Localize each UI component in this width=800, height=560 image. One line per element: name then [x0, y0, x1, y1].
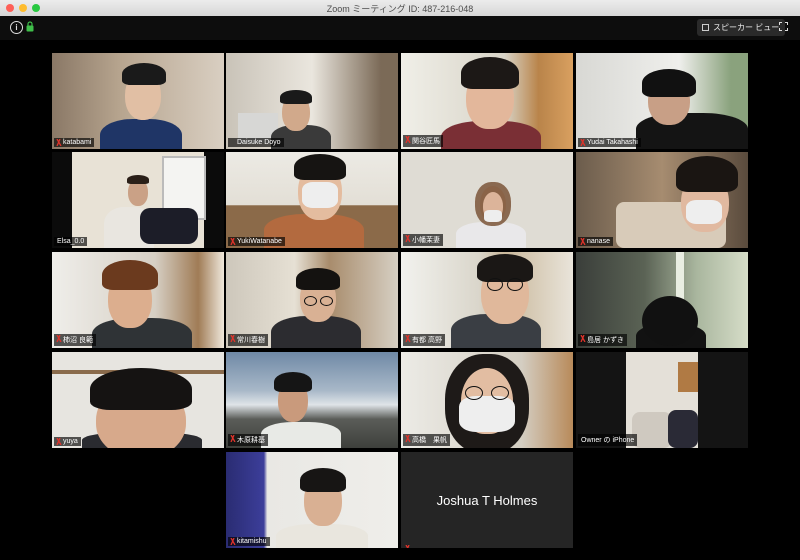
mic-muted-icon — [405, 435, 411, 442]
participant-name: 木原耕基 — [228, 434, 268, 446]
participant-name: 高橋 果帆 — [403, 434, 450, 446]
video-tile[interactable]: 有都 高野 — [401, 252, 573, 348]
participant-name: yuya — [54, 437, 81, 446]
zoom-window: Zoom ミーティング ID: 487-216-048 i スピーカー ビュー … — [0, 0, 800, 560]
fullscreen-icon[interactable] — [779, 22, 788, 31]
speaker-view-label: スピーカー ビュー — [713, 23, 780, 32]
gallery-grid-icon — [702, 24, 709, 31]
mic-muted-icon — [580, 238, 586, 245]
mic-muted-icon — [230, 538, 236, 545]
video-tile[interactable]: Daisuke Doyo — [226, 53, 398, 149]
video-tile[interactable]: 常川春樹 — [226, 252, 398, 348]
video-tile[interactable]: 小幡茉妻 — [401, 152, 573, 248]
participant-name: YukiWatanabe — [228, 237, 285, 246]
lock-icon[interactable] — [26, 21, 34, 32]
participant-name: katabami — [54, 138, 95, 147]
video-tile[interactable]: yuya — [52, 352, 224, 448]
participant-name: Yudai Takahashi — [578, 138, 641, 147]
mic-muted-icon — [56, 335, 62, 342]
participant-display-name: Joshua T Holmes — [436, 493, 538, 508]
video-tile[interactable]: Owner の iPhone — [576, 352, 748, 448]
video-tile[interactable]: kitamishu — [226, 452, 398, 548]
mic-muted-icon — [405, 235, 411, 242]
window-title: Zoom ミーティング ID: 487-216-048 — [326, 4, 474, 14]
participant-name: kitamishu — [228, 537, 270, 546]
speaker-view-button[interactable]: スピーカー ビュー — [697, 19, 786, 36]
video-tile-active-speaker[interactable]: Elsa_0.0 — [52, 152, 224, 248]
video-tile-video-off[interactable]: Joshua T Holmes — [401, 452, 573, 548]
mic-muted-icon — [580, 335, 586, 342]
video-tile[interactable]: 高橋 果帆 — [401, 352, 573, 448]
mic-muted-icon — [230, 335, 236, 342]
video-tile[interactable]: YukiWatanabe — [226, 152, 398, 248]
participant-name: 関谷匠馬 — [403, 135, 443, 147]
participant-name: 柿沼 良範 — [54, 334, 96, 346]
video-tile[interactable]: Yudai Takahashi — [576, 53, 748, 149]
mic-muted-icon — [405, 136, 411, 143]
video-tile[interactable]: 関谷匠馬 — [401, 53, 573, 149]
participant-name: 島居 かずき — [578, 334, 627, 346]
video-tile[interactable]: 木原耕基 — [226, 352, 398, 448]
participant-name: nanase — [578, 237, 613, 246]
video-tile[interactable]: nanase — [576, 152, 748, 248]
mic-muted-icon — [230, 238, 236, 245]
mic-muted-icon — [56, 139, 62, 146]
mic-muted-icon — [56, 438, 62, 445]
participant-name: 常川春樹 — [228, 334, 268, 346]
meeting-top-bar: i スピーカー ビュー — [0, 16, 800, 40]
mic-muted-icon — [405, 335, 411, 342]
video-tile[interactable]: 柿沼 良範 — [52, 252, 224, 348]
video-tile[interactable]: 島居 かずき — [576, 252, 748, 348]
participant-name: 小幡茉妻 — [403, 234, 443, 246]
participant-name — [403, 544, 410, 548]
info-icon[interactable]: i — [10, 21, 23, 34]
participant-name: Elsa_0.0 — [54, 237, 88, 246]
mic-muted-icon — [405, 545, 410, 548]
mic-muted-icon — [230, 435, 236, 442]
video-tile[interactable]: katabami — [52, 53, 224, 149]
mic-muted-icon — [580, 139, 586, 146]
participant-name: Owner の iPhone — [578, 434, 638, 446]
title-bar: Zoom ミーティング ID: 487-216-048 — [0, 0, 800, 17]
participant-name: 有都 高野 — [403, 334, 445, 346]
participant-name: Daisuke Doyo — [228, 138, 284, 147]
